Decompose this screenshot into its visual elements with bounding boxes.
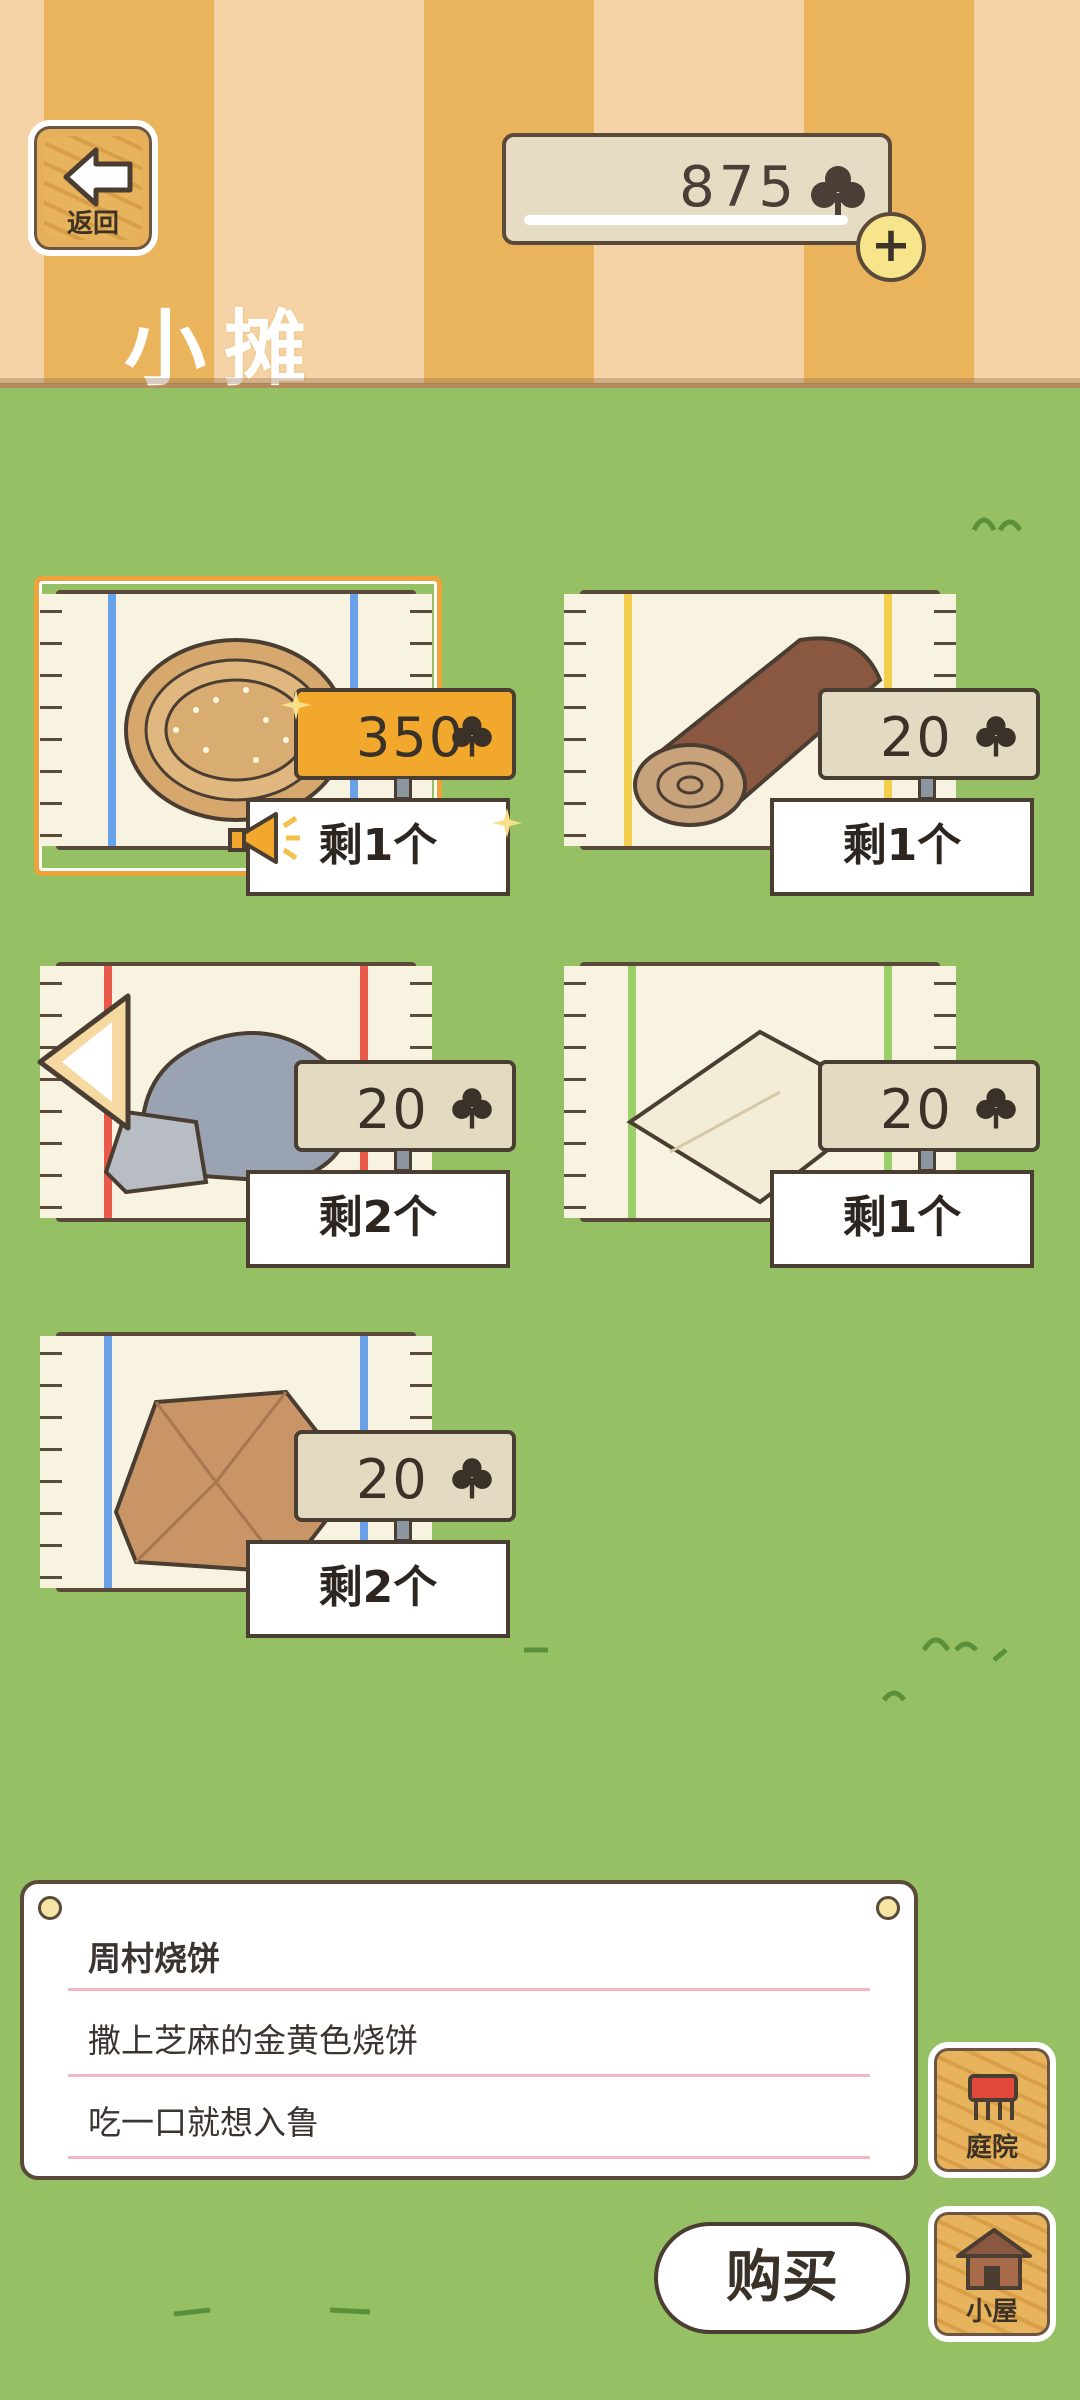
yard-label: 庭院: [965, 2133, 1018, 2163]
shop-item-1[interactable]: 350 剩1个: [34, 576, 522, 920]
item-name: 周村烧饼: [88, 1939, 220, 1978]
grass-decoration: [524, 1647, 548, 1653]
back-label: 返回: [66, 209, 119, 239]
add-clover-button[interactable]: +: [856, 212, 926, 282]
clover-balance: 875: [502, 133, 892, 245]
item-desc-line-1: 撒上芝麻的金黄色烧饼: [88, 2021, 418, 2060]
sparkle-icon: [492, 808, 522, 838]
shop-item-4[interactable]: 20 剩1个: [560, 952, 1040, 1292]
yard-icon: [968, 2074, 1018, 2120]
scroll-left-arrow-icon[interactable]: [32, 992, 132, 1132]
page-title: 小摊: [124, 302, 325, 397]
remaining-count: 剩1个: [770, 798, 1034, 896]
price-value: 350: [356, 706, 466, 769]
price-tag: 20: [818, 688, 1040, 780]
yard-button[interactable]: 庭院: [928, 2042, 1056, 2178]
grass-decoration: [921, 1637, 1008, 1662]
tag-pin: [918, 1148, 936, 1172]
price-tag: 20: [294, 1430, 516, 1522]
price-value: 20: [356, 1078, 429, 1141]
remaining-count: 剩1个: [770, 1170, 1034, 1268]
grass-decoration: [173, 2307, 371, 2317]
clover-icon: [452, 716, 492, 757]
price-value: 20: [880, 1078, 953, 1141]
clover-icon: [452, 1088, 492, 1129]
tag-pin: [394, 1518, 412, 1542]
clover-count: 875: [679, 155, 798, 220]
megaphone-icon: [228, 812, 300, 864]
tag-pin: [394, 776, 412, 800]
price-value: 20: [880, 706, 953, 769]
house-label: 小屋: [965, 2297, 1018, 2327]
buy-button[interactable]: 购买: [654, 2222, 910, 2334]
grass-decoration: [971, 517, 1023, 532]
back-arrow-icon: [63, 147, 133, 207]
item-desc-line-2: 吃一口就想入鲁: [88, 2103, 319, 2142]
remaining-count: 剩2个: [246, 1540, 510, 1638]
shop-item-2[interactable]: 20 剩1个: [560, 580, 1040, 920]
clover-icon: [976, 1088, 1016, 1129]
price-value: 20: [356, 1448, 429, 1511]
price-tag: 20: [818, 1060, 1040, 1152]
sparkle-icon: [281, 690, 311, 720]
tag-pin: [918, 776, 936, 800]
remaining-count: 剩2个: [246, 1170, 510, 1268]
clover-icon: [811, 166, 865, 221]
price-tag: 20: [294, 1060, 516, 1152]
price-tag: 350: [294, 688, 516, 780]
grass-decoration: [881, 1690, 907, 1702]
shop-item-3[interactable]: 20 剩2个: [36, 952, 516, 1292]
house-button[interactable]: 小屋: [928, 2206, 1056, 2342]
back-button[interactable]: 返回: [28, 120, 158, 256]
house-icon: [956, 2228, 1032, 2290]
tag-pin: [394, 1148, 412, 1172]
shop-header: 返回 875 + 小摊: [0, 0, 1080, 397]
shop-item-5[interactable]: 20 剩2个: [36, 1322, 516, 1662]
item-description-panel: 周村烧饼 撒上芝麻的金黄色烧饼 吃一口就想入鲁: [20, 1880, 918, 2180]
clover-icon: [976, 716, 1016, 757]
clover-icon: [452, 1458, 492, 1499]
